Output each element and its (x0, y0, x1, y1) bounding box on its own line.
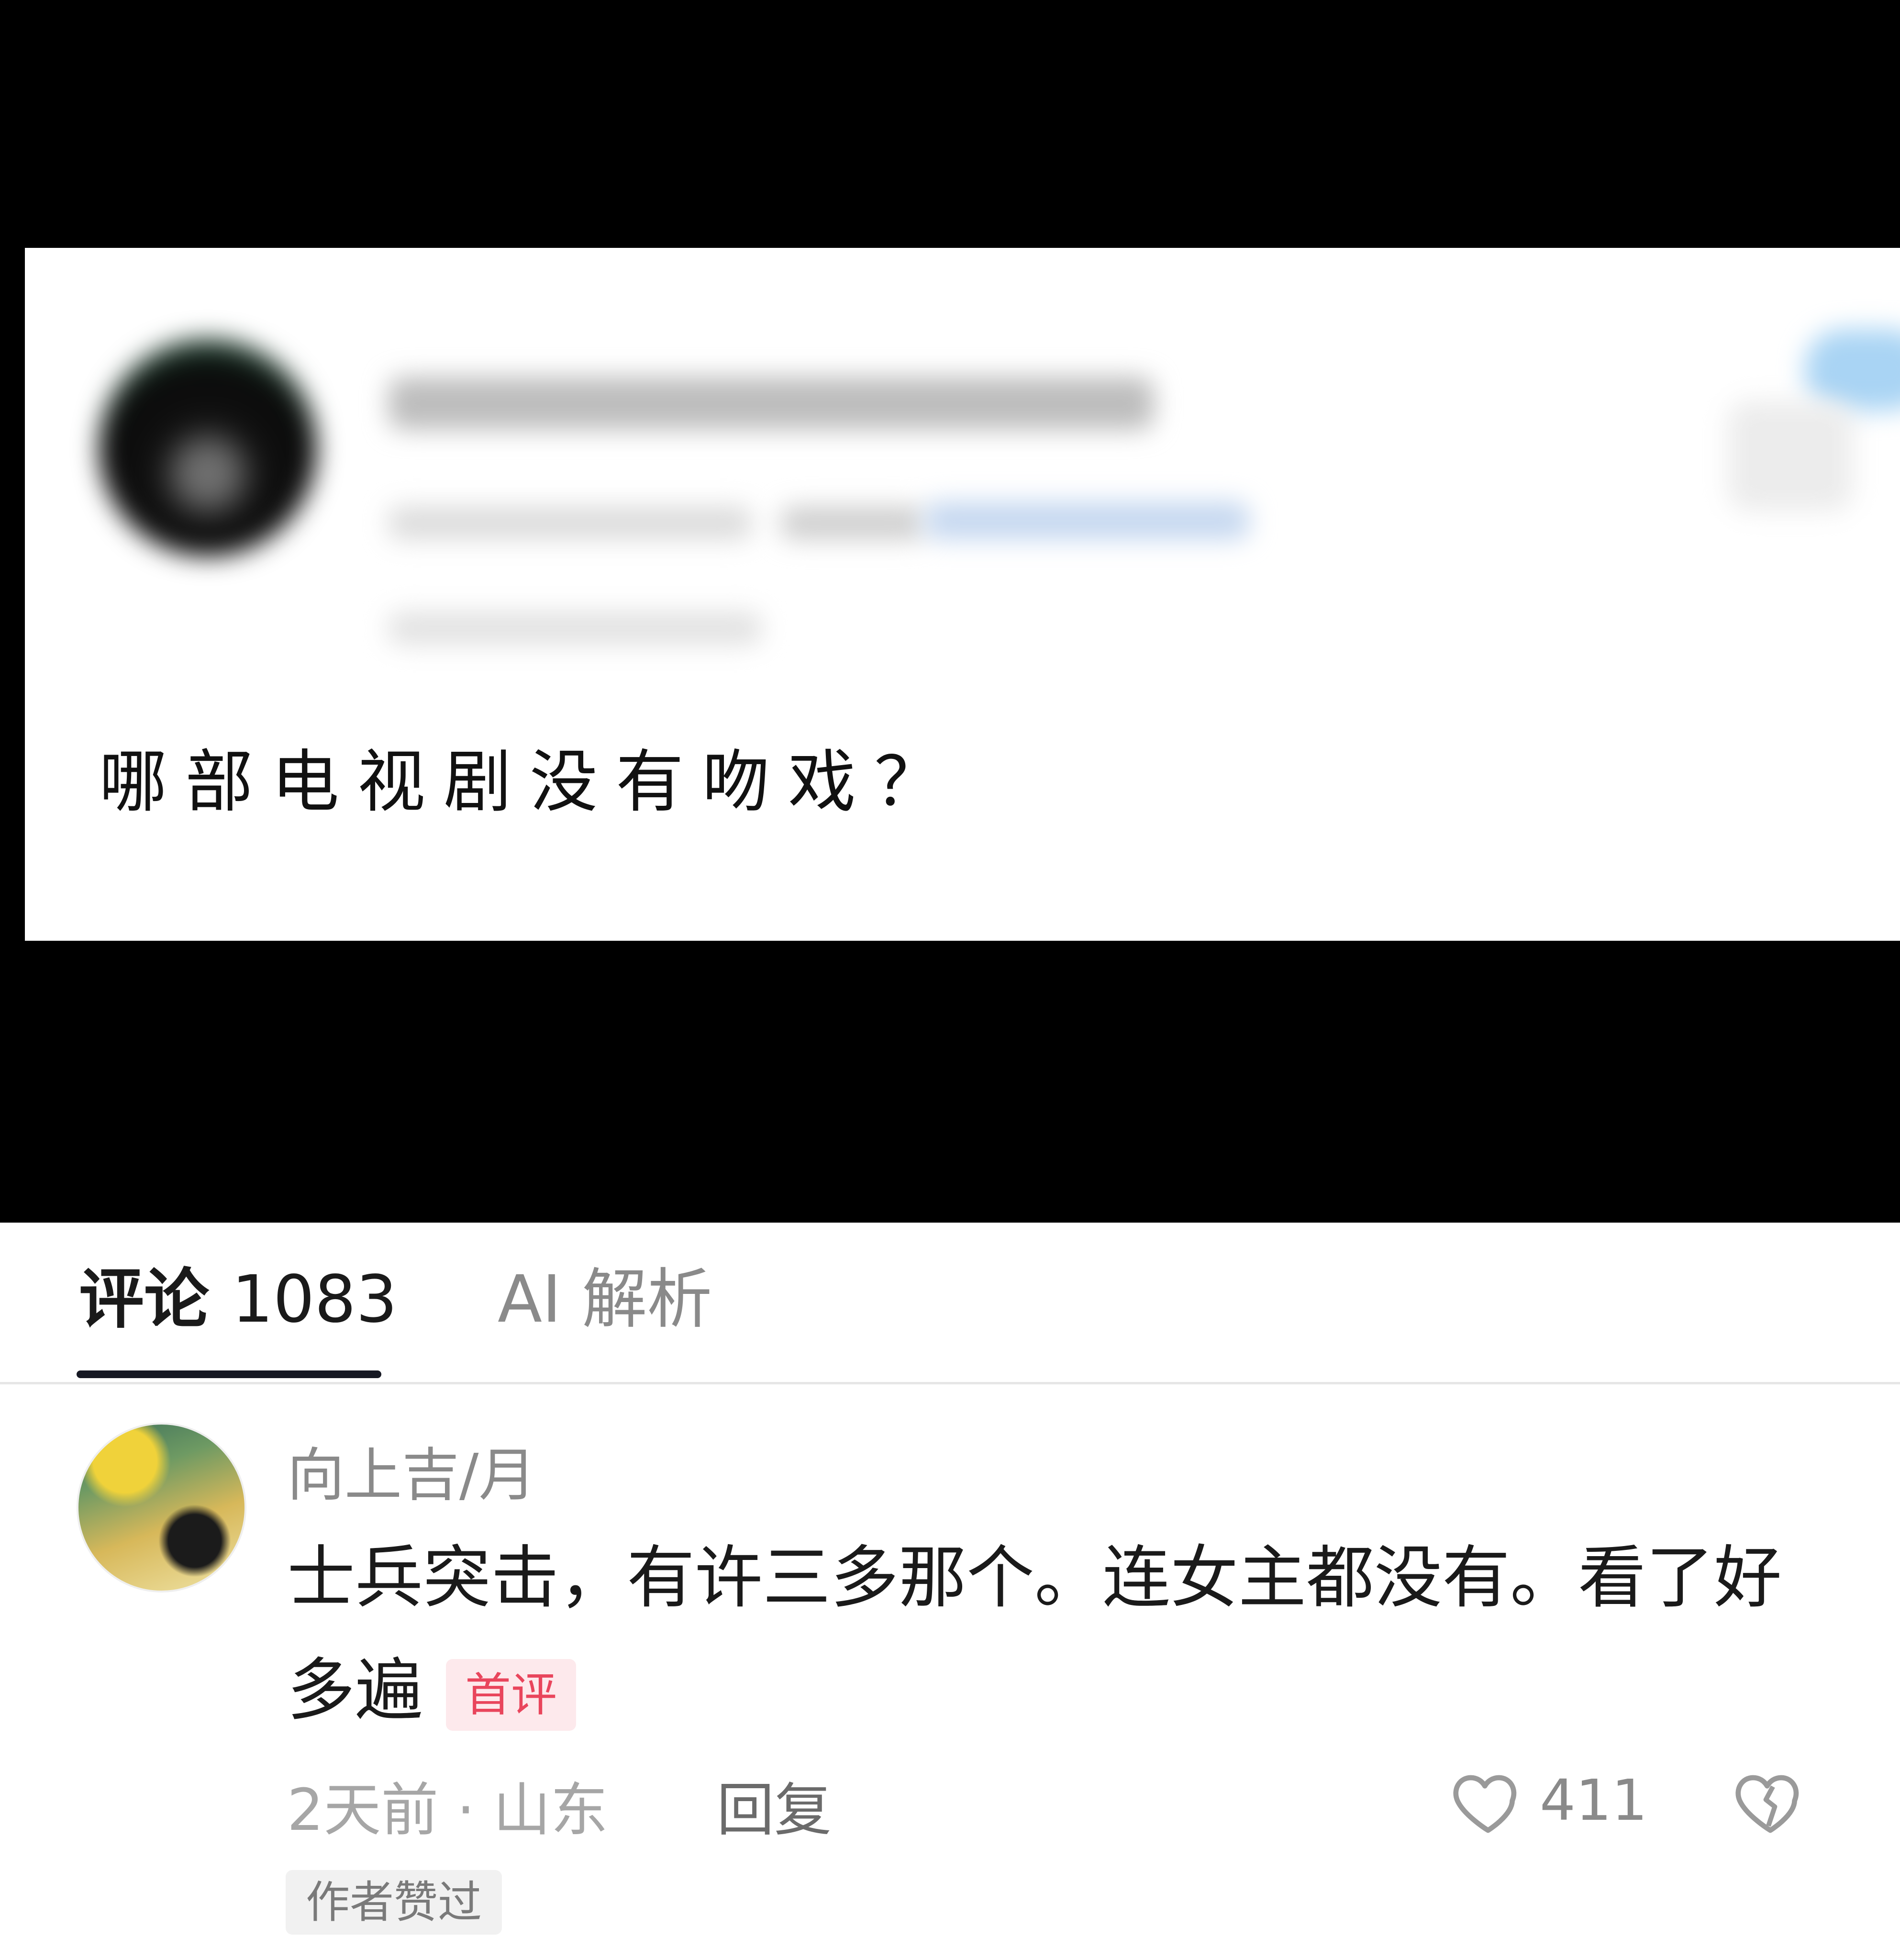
comment-username[interactable]: 向上吉/月 (287, 1428, 536, 1512)
comments-panel: 评论 1083 AI 解析 向上吉/月 士兵突击，有许三多那个。连女主都没有。看… (0, 1223, 1900, 1960)
heart-outline-icon[interactable] (1450, 1763, 1526, 1840)
blurred-meta (389, 506, 752, 540)
tab-divider (0, 1382, 1900, 1384)
active-tab-indicator (77, 1370, 381, 1378)
blurred-meta-link (924, 501, 1250, 540)
blurred-follow-button (1805, 329, 1900, 411)
video-area[interactable]: 哪部电视剧没有吻戏？ (0, 0, 1900, 1223)
tab-ai-analysis[interactable]: AI 解析 (498, 1247, 712, 1341)
post-question-text: 哪部电视剧没有吻戏？ (99, 743, 960, 822)
blurred-avatar (99, 339, 317, 557)
comment-text: 士兵突击，有许三多那个。连女主都没有。看了好多遍 首评 (287, 1522, 1809, 1747)
author-liked-badge: 作者赞过 (286, 1870, 502, 1935)
blurred-username (389, 377, 1154, 430)
comment-avatar[interactable] (77, 1423, 246, 1592)
blurred-meta (781, 506, 924, 540)
reply-button[interactable]: 回复 (717, 1763, 832, 1847)
post-screenshot-card: 哪部电视剧没有吻戏？ (25, 248, 1900, 941)
tab-comments-label: 评论 (79, 1262, 209, 1337)
tab-comments[interactable]: 评论 1083 (79, 1247, 397, 1341)
tab-comments-count: 1083 (232, 1262, 398, 1337)
comment-time-location: 2天前 · 山东 (287, 1777, 608, 1844)
blurred-meta (389, 612, 762, 645)
first-comment-badge: 首评 (446, 1659, 576, 1731)
broken-heart-icon[interactable] (1732, 1763, 1809, 1840)
blurred-share-icon (1728, 401, 1853, 511)
like-count: 411 (1540, 1767, 1648, 1833)
